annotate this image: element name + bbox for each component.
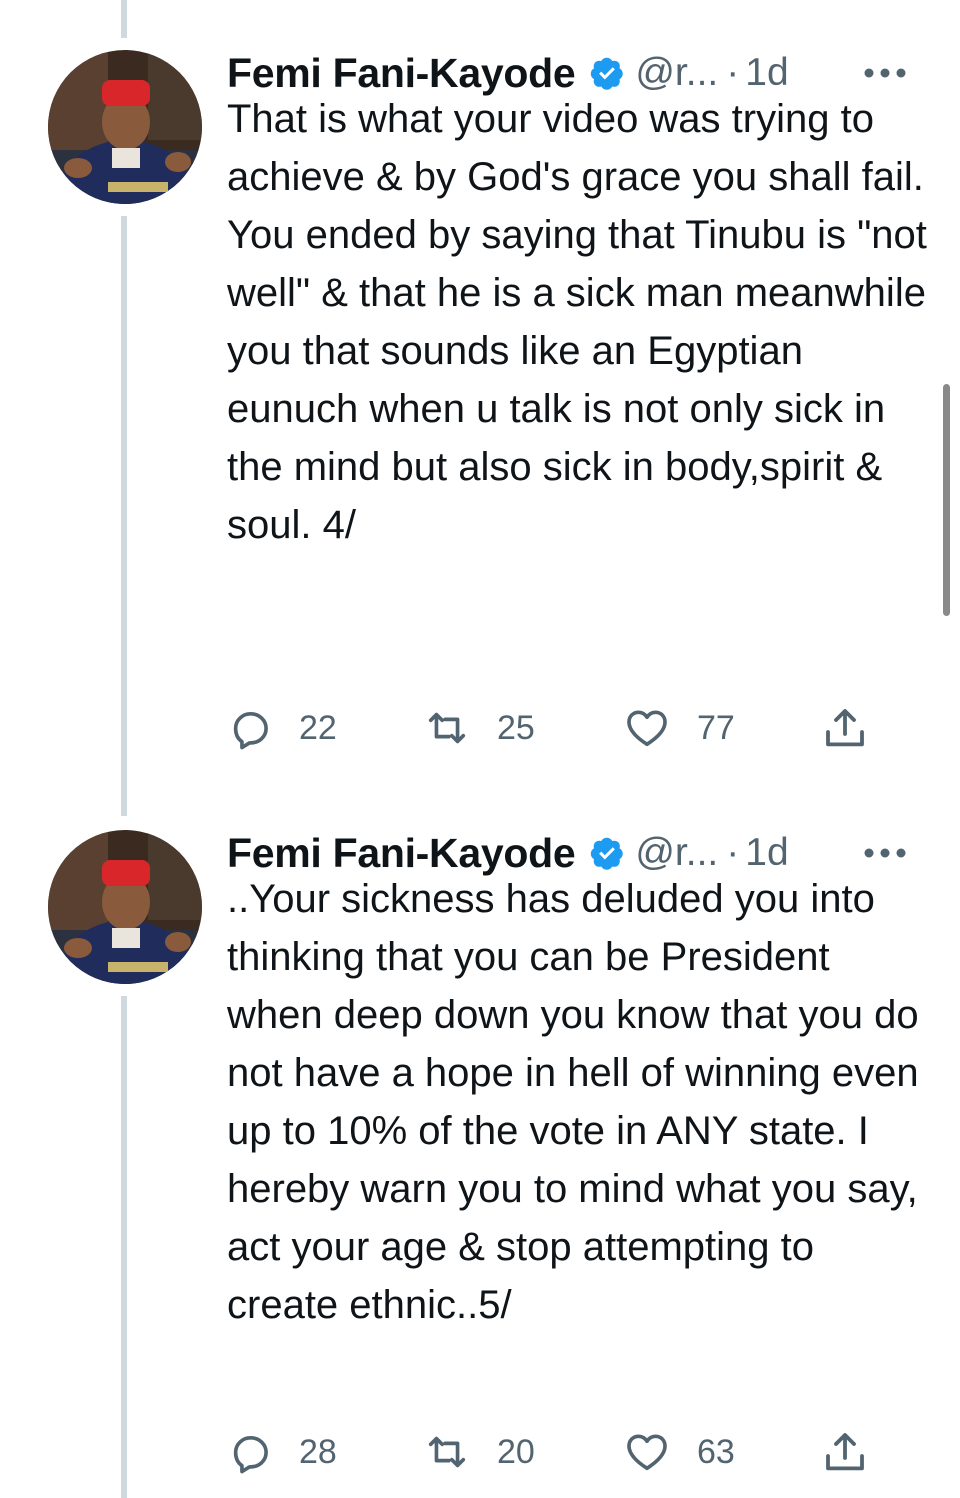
tweet-time[interactable]: 1d [745,831,788,875]
reply-count: 28 [299,1432,337,1471]
share-icon [826,1433,864,1471]
retweet-icon [428,712,466,744]
verified-badge-icon [591,57,624,90]
heart-icon [627,1434,667,1471]
author-handle[interactable]: @r... [635,51,718,95]
share-icon [826,709,864,747]
tweet-text: That is what your video was trying to ac… [227,97,927,547]
like-button[interactable]: 63 [623,1422,735,1482]
scrollbar[interactable] [943,384,950,616]
retweet-count: 25 [497,708,535,747]
tweet-time[interactable]: 1d [745,51,788,95]
share-button[interactable] [821,698,869,758]
reply-icon [233,711,268,750]
more-options-icon[interactable] [862,66,908,80]
like-count: 77 [697,708,735,747]
separator-dot: · [726,51,740,94]
tweet-actions: 28 20 63 [227,1422,887,1482]
retweet-count: 20 [497,1432,535,1471]
like-button[interactable]: 77 [623,698,735,758]
retweet-icon [428,1436,466,1468]
like-count: 63 [697,1432,735,1471]
avatar[interactable] [48,830,202,984]
reply-count: 22 [299,708,337,747]
reply-button[interactable]: 28 [227,1422,337,1482]
retweet-button[interactable]: 20 [423,1422,535,1482]
tweet-actions: 22 25 77 [227,698,887,758]
tweet-2[interactable]: Femi Fani-Kayode @r... · 1d ..Your sickn… [0,824,960,1498]
more-options-icon[interactable] [862,846,908,860]
separator-dot: · [726,831,740,874]
tweet-1[interactable]: Femi Fani-Kayode @r... · 1d That is what… [0,44,960,774]
verified-badge-icon [591,837,624,870]
retweet-button[interactable]: 25 [423,698,535,758]
reply-icon [233,1435,268,1474]
thread-line-top [121,0,127,38]
share-button[interactable] [821,1422,869,1482]
tweet-text: ..Your sickness has deluded you into thi… [227,877,919,1327]
author-handle[interactable]: @r... [635,831,718,875]
avatar[interactable] [48,50,202,204]
heart-icon [627,710,667,747]
reply-button[interactable]: 22 [227,698,337,758]
tweet-thread: Femi Fani-Kayode @r... · 1d That is what… [0,0,960,1498]
